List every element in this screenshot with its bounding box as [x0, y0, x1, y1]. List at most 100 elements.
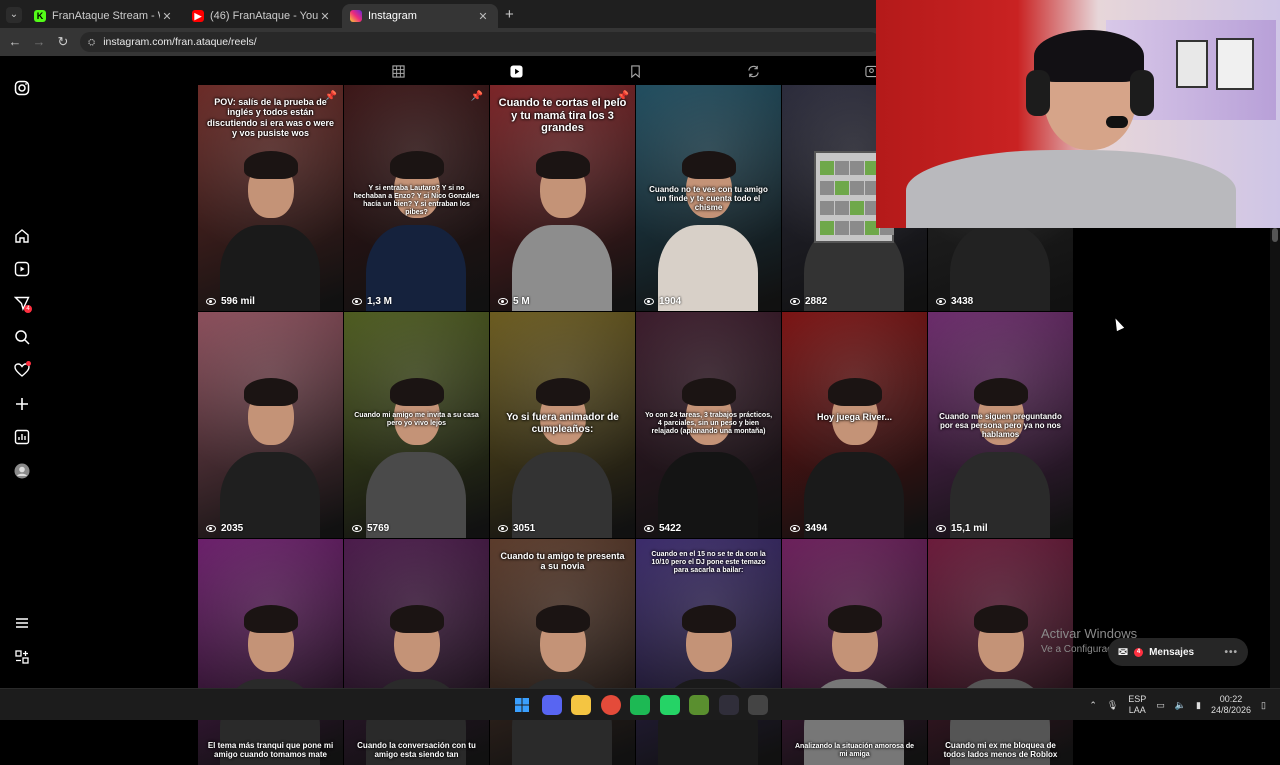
messages-button[interactable]: ✉ 4 Mensajes ••• [1108, 638, 1248, 666]
reel-thumbnail[interactable]: Cuando me siguen preguntando por esa per… [928, 312, 1073, 538]
mouse-cursor-icon [1111, 316, 1125, 332]
whatsapp-icon[interactable] [659, 695, 680, 715]
back-icon[interactable]: ← [7, 34, 23, 49]
reel-thumbnail[interactable]: Cuando tu amigo te presenta a su novia [490, 539, 635, 765]
instagram-logo-icon[interactable] [12, 78, 32, 98]
view-count-text: 5 M [513, 296, 530, 307]
instagram-icon [350, 10, 362, 22]
view-count-text: 596 mil [221, 296, 255, 307]
eye-icon [352, 525, 362, 532]
view-count: 1,3 M [352, 296, 392, 307]
view-count: 5769 [352, 523, 389, 534]
search-icon[interactable] [12, 327, 32, 347]
reel-thumbnail[interactable]: Cuando no te ves con tu amigo un finde y… [636, 85, 781, 311]
saved-icon[interactable] [628, 64, 642, 78]
battery-icon[interactable]: ▮ [1196, 700, 1201, 711]
eye-icon [936, 525, 946, 532]
spotify-icon[interactable] [630, 695, 650, 715]
close-tab-icon[interactable]: ✕ [476, 10, 490, 23]
reel-thumbnail[interactable]: Hoy juega River... 3494 [782, 312, 927, 538]
view-count: 1904 [644, 296, 681, 307]
eye-icon [644, 298, 654, 305]
language-indicator[interactable]: ESP LAA [1128, 694, 1146, 716]
reel-caption: Cuando mi ex me bloquea de todos lados m… [943, 740, 1058, 759]
chrome-icon[interactable] [600, 695, 621, 715]
inventory-slot [835, 221, 849, 235]
volume-icon[interactable]: 🔈 [1175, 700, 1186, 711]
apps-icon[interactable] [12, 647, 32, 667]
reel-caption: El tema más tranqui que pone mi amigo cu… [207, 740, 334, 759]
reel-thumbnail[interactable]: POV: salís de la prueba de inglés y todo… [198, 85, 343, 311]
notifications-icon[interactable] [12, 360, 32, 380]
reel-thumbnail[interactable]: Cuando te cortas el pelo y tu mamá tira … [490, 85, 635, 311]
tab-youtube[interactable]: ▶ (46) FranAtaque - YouTube ✕ [184, 4, 340, 28]
create-icon[interactable] [12, 394, 32, 414]
youtube-icon: ▶ [192, 10, 204, 22]
dashboard-icon[interactable] [12, 427, 32, 447]
inventory-slot [835, 181, 849, 195]
reel-thumbnail[interactable]: Cuando en el 15 no se te da con la 10/10… [636, 539, 781, 765]
person-hair [682, 378, 736, 406]
messages-label: Mensajes [1149, 646, 1195, 658]
reel-thumbnail[interactable]: 2035 [198, 312, 343, 538]
new-tab-button[interactable]: + [505, 6, 514, 23]
reload-icon[interactable]: ↻ [55, 34, 71, 50]
obs-icon[interactable] [718, 695, 739, 715]
reel-thumbnail[interactable]: Cuando la conversación con tu amigo esta… [344, 539, 489, 765]
profile-avatar-icon[interactable] [12, 461, 32, 481]
view-count-text: 5769 [367, 523, 390, 534]
reel-thumbnail[interactable]: El tema más tranqui que pone mi amigo cu… [198, 539, 343, 765]
tab-title: Instagram [368, 10, 417, 22]
tab-search-button[interactable]: ⌄ [6, 7, 22, 23]
eye-icon [206, 298, 216, 305]
tray-overflow-icon[interactable]: ⌃ [1089, 700, 1097, 711]
repost-icon[interactable] [746, 64, 760, 78]
close-tab-icon[interactable]: ✕ [318, 10, 332, 23]
tab-kick[interactable]: K FranAtaque Stream - Watch Live ✕ [26, 4, 182, 28]
streamer-hoodie [906, 150, 1236, 228]
site-info-icon[interactable]: ⛭ [88, 37, 95, 48]
system-tray: ⌃ 🎙 ESP LAA ▭ 🔈 ▮ 00:22 24/8/2026 ▯ [1089, 694, 1266, 716]
reel-caption: Cuando mi amigo me invita a su casa pero… [354, 412, 479, 428]
close-tab-icon[interactable]: ✕ [160, 10, 174, 23]
page-scrollbar[interactable] [1270, 228, 1280, 688]
reel-caption: Y si entraba Lautaro? Y si no hechaban a… [353, 185, 480, 217]
reel-caption: POV: salís de la prueba de inglés y todo… [206, 97, 335, 139]
home-icon[interactable] [12, 226, 32, 246]
reel-caption: Cuando en el 15 no se te da con la 10/10… [651, 551, 766, 575]
messages-badge: 4 [1134, 647, 1144, 657]
reel-thumbnail[interactable]: Y si entraba Lautaro? Y si no hechaban a… [344, 85, 489, 311]
forward-icon[interactable]: → [31, 34, 47, 49]
reels-icon[interactable] [12, 259, 32, 279]
poster [1176, 40, 1208, 88]
file-explorer-icon[interactable] [571, 695, 591, 715]
reel-thumbnail[interactable]: Yo con 24 tareas, 3 trabajos prácticos, … [636, 312, 781, 538]
reel-caption: Cuando te cortas el pelo y tu mamá tira … [498, 97, 627, 135]
microphone-icon[interactable]: 🎙 [1107, 700, 1118, 711]
windows-start-icon[interactable] [512, 695, 532, 715]
reel-thumbnail[interactable]: Yo si fuera animador de cumpleaños: 3051 [490, 312, 635, 538]
menu-icon[interactable] [12, 613, 32, 633]
scrollbar-thumb[interactable] [1272, 228, 1278, 242]
network-icon[interactable]: ▭ [1156, 700, 1165, 711]
more-icon[interactable]: ••• [1224, 647, 1238, 658]
notification-center-icon[interactable]: ▯ [1261, 700, 1266, 711]
game-launcher-icon[interactable] [748, 695, 768, 715]
minecraft-icon[interactable] [689, 695, 709, 715]
reel-thumbnail[interactable]: Cuando mi amigo me invita a su casa pero… [344, 312, 489, 538]
eye-icon [936, 298, 946, 305]
clock[interactable]: 00:22 24/8/2026 [1211, 694, 1251, 716]
pin-icon: 📌 [324, 91, 337, 102]
person-hair [536, 605, 590, 633]
person-hair [682, 605, 736, 633]
streamer-hair [1034, 30, 1144, 82]
url-bar[interactable]: ⛭ instagram.com/fran.ataque/reels/ [80, 32, 880, 52]
tab-instagram[interactable]: Instagram ✕ [342, 4, 498, 28]
messages-icon[interactable]: 4 [12, 293, 32, 313]
reel-thumbnail[interactable]: Analizando la situación amorosa de mi am… [782, 539, 927, 765]
discord-icon[interactable] [541, 695, 562, 715]
view-count: 3051 [498, 523, 535, 534]
posts-grid-icon[interactable] [391, 64, 405, 78]
reels-icon[interactable] [509, 64, 523, 78]
eye-icon [498, 298, 508, 305]
